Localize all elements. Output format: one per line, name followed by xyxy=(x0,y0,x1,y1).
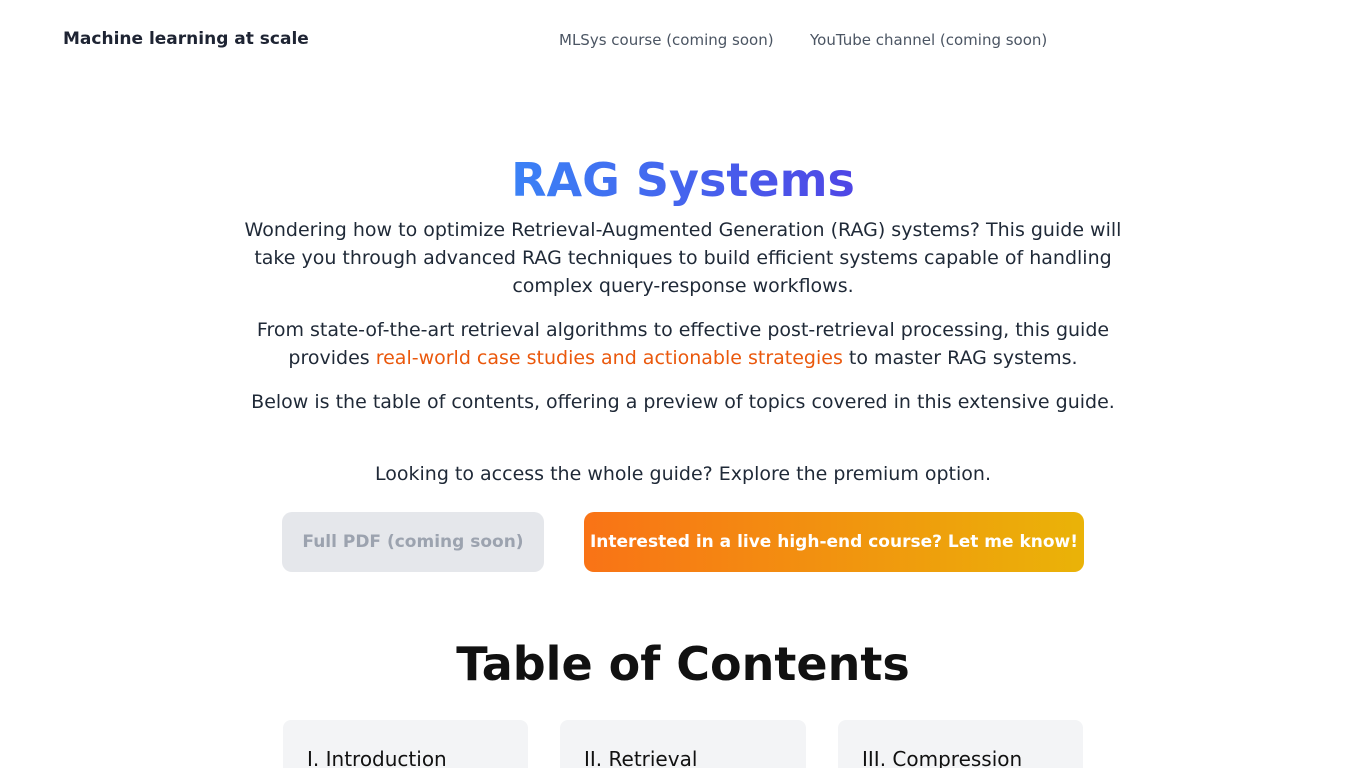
toc-card-retrieval[interactable]: II. Retrieval xyxy=(560,720,806,768)
strategies-highlight: real-world case studies and actionable s… xyxy=(375,347,843,369)
premium-note-paragraph: Looking to access the whole guide? Explo… xyxy=(375,463,991,485)
site-header: Machine learning at scale MLSys course (… xyxy=(0,0,1366,80)
toc-card-introduction[interactable]: I. Introduction xyxy=(283,720,528,768)
toc-card-title: I. Introduction xyxy=(307,747,447,768)
strategies-text-after: to master RAG systems. xyxy=(842,347,1078,369)
toc-card-title: II. Retrieval xyxy=(584,747,698,768)
nav-link-youtube-channel[interactable]: YouTube channel (coming soon) xyxy=(810,31,1047,49)
brand-link[interactable]: Machine learning at scale xyxy=(63,29,309,49)
toc-card-title: III. Compression xyxy=(862,747,1023,768)
toc-heading: Table of Contents xyxy=(456,637,910,691)
strategies-paragraph: From state-of-the-art retrieval algorith… xyxy=(240,316,1126,372)
page-title: RAG Systems xyxy=(0,151,1366,209)
live-course-button[interactable]: Interested in a live high-end course? Le… xyxy=(584,512,1084,572)
full-pdf-button[interactable]: Full PDF (coming soon) xyxy=(282,512,544,572)
page-title-text: RAG Systems xyxy=(511,153,855,207)
toc-card-compression[interactable]: III. Compression xyxy=(838,720,1083,768)
page: Machine learning at scale MLSys course (… xyxy=(0,0,1366,768)
intro-paragraph: Wondering how to optimize Retrieval-Augm… xyxy=(244,219,1122,297)
toc-note-paragraph: Below is the table of contents, offering… xyxy=(251,391,1115,413)
nav-link-mlsys-course[interactable]: MLSys course (coming soon) xyxy=(559,31,774,49)
